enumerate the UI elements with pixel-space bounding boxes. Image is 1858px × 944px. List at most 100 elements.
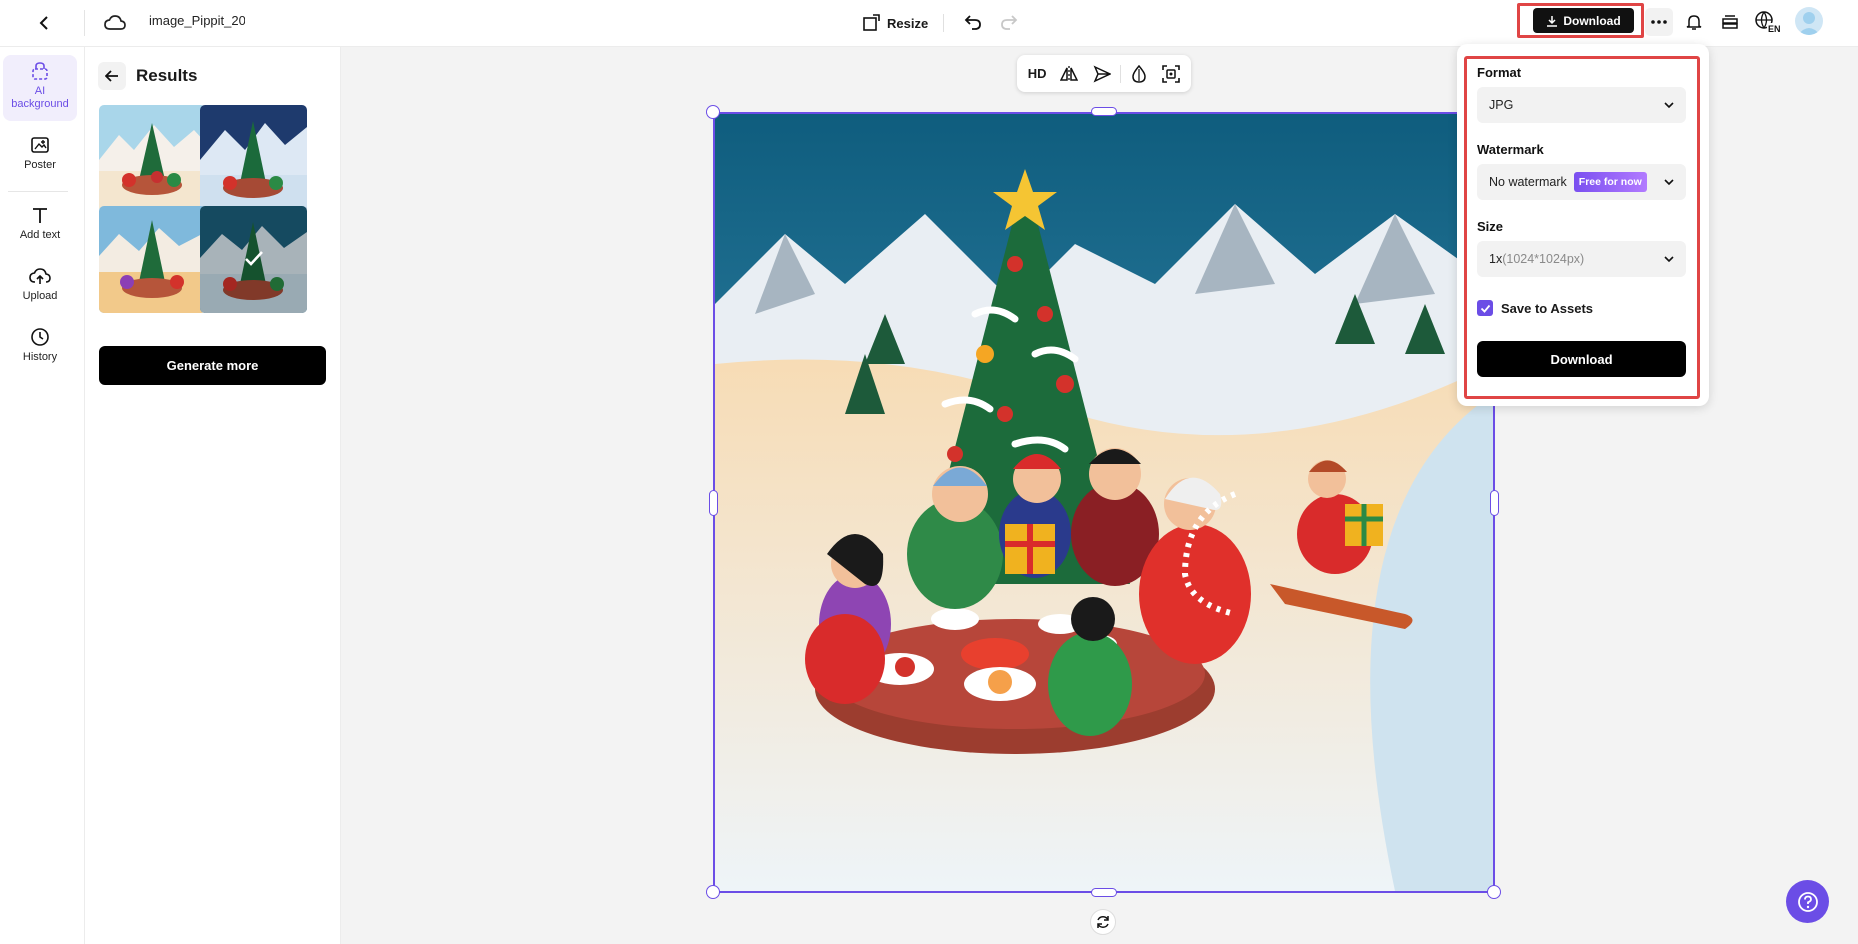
checkbox-checked-icon [1477, 300, 1493, 316]
user-avatar-icon [1798, 12, 1820, 35]
hd-button[interactable]: HD [1023, 60, 1051, 88]
notifications-button[interactable] [1680, 8, 1708, 36]
history-icon [31, 328, 49, 346]
help-button[interactable] [1786, 880, 1829, 923]
undo-icon [964, 15, 981, 30]
nav-label: History [22, 351, 58, 363]
layers-button[interactable] [1716, 8, 1744, 36]
resize-icon [863, 14, 880, 31]
size-label: Size [1477, 219, 1504, 234]
globe-icon: EN [1755, 11, 1781, 34]
flip-icon [1060, 65, 1079, 82]
size-dimensions: (1024*1024px) [1502, 252, 1585, 266]
result-thumbnail[interactable] [200, 105, 307, 212]
download-label: Download [1563, 13, 1621, 28]
divider [8, 191, 68, 192]
resize-handle-bottom-left[interactable] [706, 885, 720, 899]
nav-item-add-text[interactable]: Add text [3, 205, 77, 241]
panel-back-button[interactable] [98, 62, 126, 90]
resize-handle-top[interactable] [1091, 107, 1117, 116]
more-button[interactable] [1645, 8, 1673, 36]
panel-title: Results [136, 66, 198, 85]
generate-more-button[interactable]: Generate more [99, 346, 326, 385]
back-button[interactable] [32, 10, 58, 36]
language-button[interactable]: EN [1754, 8, 1782, 36]
opacity-button[interactable] [1125, 60, 1153, 88]
image-toolbar: HD [1017, 55, 1191, 92]
left-nav: AI background Poster Add text Upload His… [0, 47, 85, 944]
nav-item-poster[interactable]: Poster [3, 135, 77, 171]
nav-item-ai-background[interactable]: AI background [3, 55, 77, 121]
nav-item-upload[interactable]: Upload [3, 266, 77, 302]
watermark-select[interactable]: No watermark Free for now [1477, 164, 1686, 200]
watermark-value: No watermark [1489, 175, 1567, 189]
result-image-golden [99, 206, 206, 313]
result-thumbnail-selected[interactable] [200, 206, 307, 313]
resize-button[interactable]: Resize [862, 9, 928, 37]
download-settings-panel: Format JPG Watermark No watermark Free f… [1457, 44, 1709, 406]
rotate-icon [1097, 916, 1109, 928]
results-panel: Results Generate more [85, 47, 341, 944]
watermark-label: Watermark [1477, 142, 1544, 157]
christmas-scene-image [715, 114, 1493, 891]
language-code: EN [1768, 24, 1781, 34]
droplet-icon [1131, 64, 1146, 83]
divider [84, 10, 85, 36]
nav-label: Poster [24, 159, 56, 171]
avatar[interactable] [1795, 7, 1823, 35]
send-icon [1093, 64, 1111, 83]
layers-icon [1722, 15, 1738, 29]
chevron-down-icon [1664, 179, 1674, 186]
arrow-left-icon [105, 70, 118, 82]
undo-button[interactable] [960, 9, 986, 35]
result-thumbnail[interactable] [99, 206, 206, 313]
result-image-teal [200, 206, 307, 313]
result-image-sunny [99, 105, 206, 212]
nav-item-history[interactable]: History [3, 327, 77, 363]
chevron-left-icon [39, 16, 48, 30]
format-label: Format [1477, 65, 1522, 80]
resize-handle-bottom-right[interactable] [1487, 885, 1501, 899]
flip-button[interactable] [1055, 60, 1083, 88]
question-icon [1797, 891, 1818, 912]
crop-button[interactable] [1157, 60, 1185, 88]
redo-icon [1001, 15, 1018, 30]
divider [1119, 64, 1121, 83]
canvas-image[interactable] [713, 112, 1495, 893]
download-icon [1547, 15, 1558, 27]
rotate-button[interactable] [1090, 909, 1116, 935]
size-scale: 1x [1489, 252, 1503, 266]
top-bar: image_Pippit_20 Resize Download EN [0, 0, 1858, 47]
save-to-assets-checkbox[interactable]: Save to Assets [1477, 300, 1593, 316]
download-button[interactable]: Download [1533, 8, 1634, 33]
save-to-assets-label: Save to Assets [1501, 300, 1594, 316]
nav-label: Add text [19, 229, 61, 241]
format-select[interactable]: JPG [1477, 87, 1686, 123]
resize-handle-bottom[interactable] [1091, 888, 1117, 897]
resize-handle-top-left[interactable] [706, 105, 720, 119]
confirm-download-button[interactable]: Download [1477, 341, 1686, 377]
resize-handle-left[interactable] [709, 490, 718, 516]
resize-handle-right[interactable] [1490, 490, 1499, 516]
size-select[interactable]: 1x (1024*1024px) [1477, 241, 1686, 277]
text-icon [33, 208, 47, 223]
poster-icon [31, 137, 49, 153]
free-badge: Free for now [1573, 172, 1647, 192]
result-image-dusk [200, 105, 307, 212]
result-thumbnail[interactable] [99, 105, 206, 212]
format-value: JPG [1489, 98, 1514, 112]
divider [943, 14, 944, 32]
chevron-down-icon [1664, 256, 1674, 263]
resize-label: Resize [887, 15, 929, 31]
cloud-sync-icon[interactable] [102, 10, 128, 36]
chevron-down-icon [1664, 102, 1674, 109]
nav-label: Upload [22, 290, 58, 302]
file-name[interactable]: image_Pippit_20 [149, 13, 245, 28]
more-icon [1651, 20, 1667, 24]
bell-icon [1686, 15, 1702, 30]
ai-background-icon [32, 62, 48, 80]
upload-icon [29, 268, 51, 284]
redo-button[interactable] [996, 9, 1022, 35]
send-button[interactable] [1087, 60, 1115, 88]
focus-crop-icon [1162, 64, 1180, 83]
